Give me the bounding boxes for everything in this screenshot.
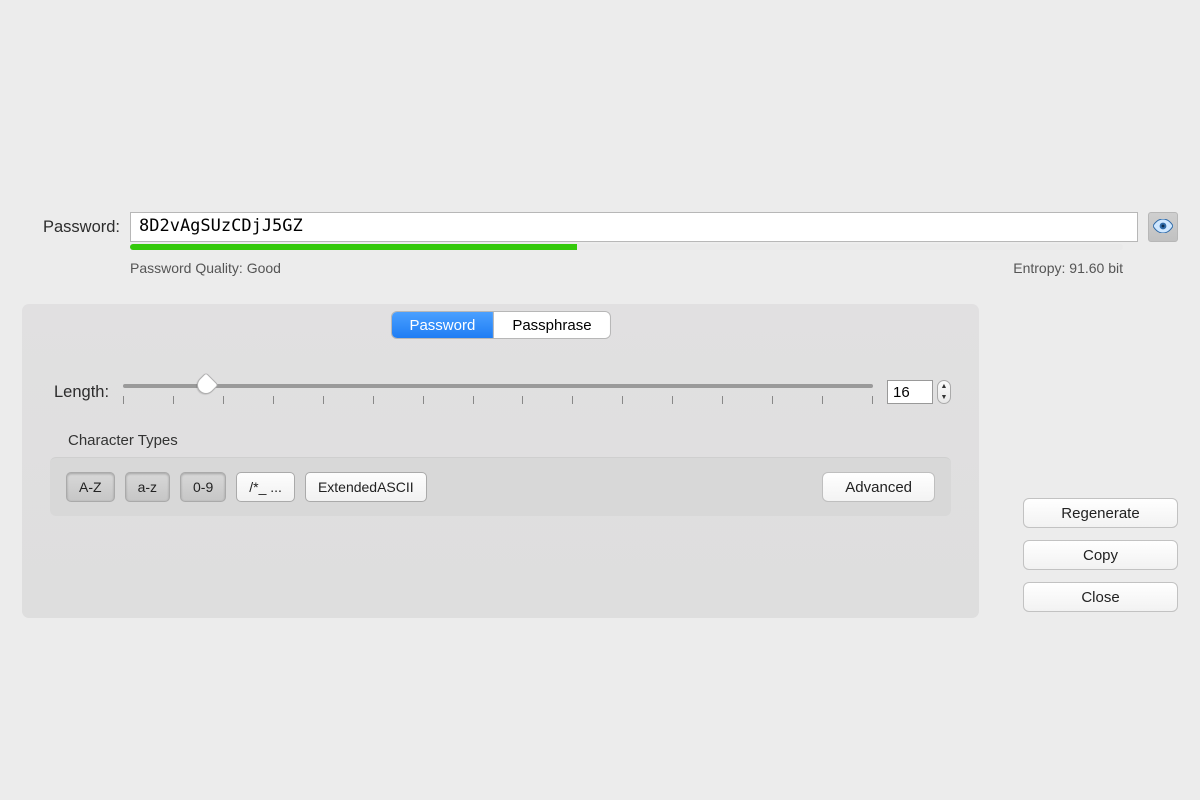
length-row: Length: ▲ ▼ <box>54 374 951 410</box>
settings-panel: Password Passphrase Length: ▲ ▼ Characte… <box>22 304 979 618</box>
slider-track <box>123 384 873 388</box>
password-row: Password: Password Quality: Good Entropy… <box>22 212 1178 276</box>
length-stepper[interactable]: ▲ ▼ <box>937 380 951 404</box>
tab-passphrase[interactable]: Passphrase <box>493 312 609 338</box>
character-types-box: A-Z a-z 0-9 /*_ ... ExtendedASCII Advanced <box>50 457 951 516</box>
charset-toggle-lower[interactable]: a-z <box>125 472 170 502</box>
character-types-title: Character Types <box>68 432 951 449</box>
length-slider[interactable] <box>123 374 873 410</box>
charset-toggle-symbols[interactable]: /*_ ... <box>236 472 295 502</box>
tab-password[interactable]: Password <box>391 312 493 338</box>
stepper-down-icon[interactable]: ▼ <box>941 394 948 401</box>
eye-icon <box>1153 219 1173 236</box>
charset-toggle-upper[interactable]: A-Z <box>66 472 115 502</box>
advanced-button[interactable]: Advanced <box>822 472 935 502</box>
stepper-up-icon[interactable]: ▲ <box>941 383 948 390</box>
length-field[interactable] <box>887 380 933 404</box>
entropy-text: Entropy: 91.60 bit <box>1013 260 1123 276</box>
action-buttons: Regenerate Copy Close <box>1023 498 1178 612</box>
copy-button[interactable]: Copy <box>1023 540 1178 570</box>
password-label: Password: <box>22 218 120 237</box>
close-button[interactable]: Close <box>1023 582 1178 612</box>
charset-toggle-digits[interactable]: 0-9 <box>180 472 226 502</box>
length-label: Length: <box>54 383 109 402</box>
charset-toggle-extascii[interactable]: ExtendedASCII <box>305 472 427 502</box>
regenerate-button[interactable]: Regenerate <box>1023 498 1178 528</box>
toggle-visibility-button[interactable] <box>1148 212 1178 242</box>
mode-segmented-control: Password Passphrase <box>391 312 609 338</box>
quality-bar-fill <box>130 244 577 250</box>
password-input[interactable] <box>130 212 1138 242</box>
slider-thumb[interactable] <box>193 372 218 397</box>
quality-bar <box>130 244 1123 250</box>
slider-ticks <box>123 396 873 404</box>
quality-text: Password Quality: Good <box>130 260 281 276</box>
character-types-group: Character Types A-Z a-z 0-9 /*_ ... Extended… <box>50 432 951 516</box>
